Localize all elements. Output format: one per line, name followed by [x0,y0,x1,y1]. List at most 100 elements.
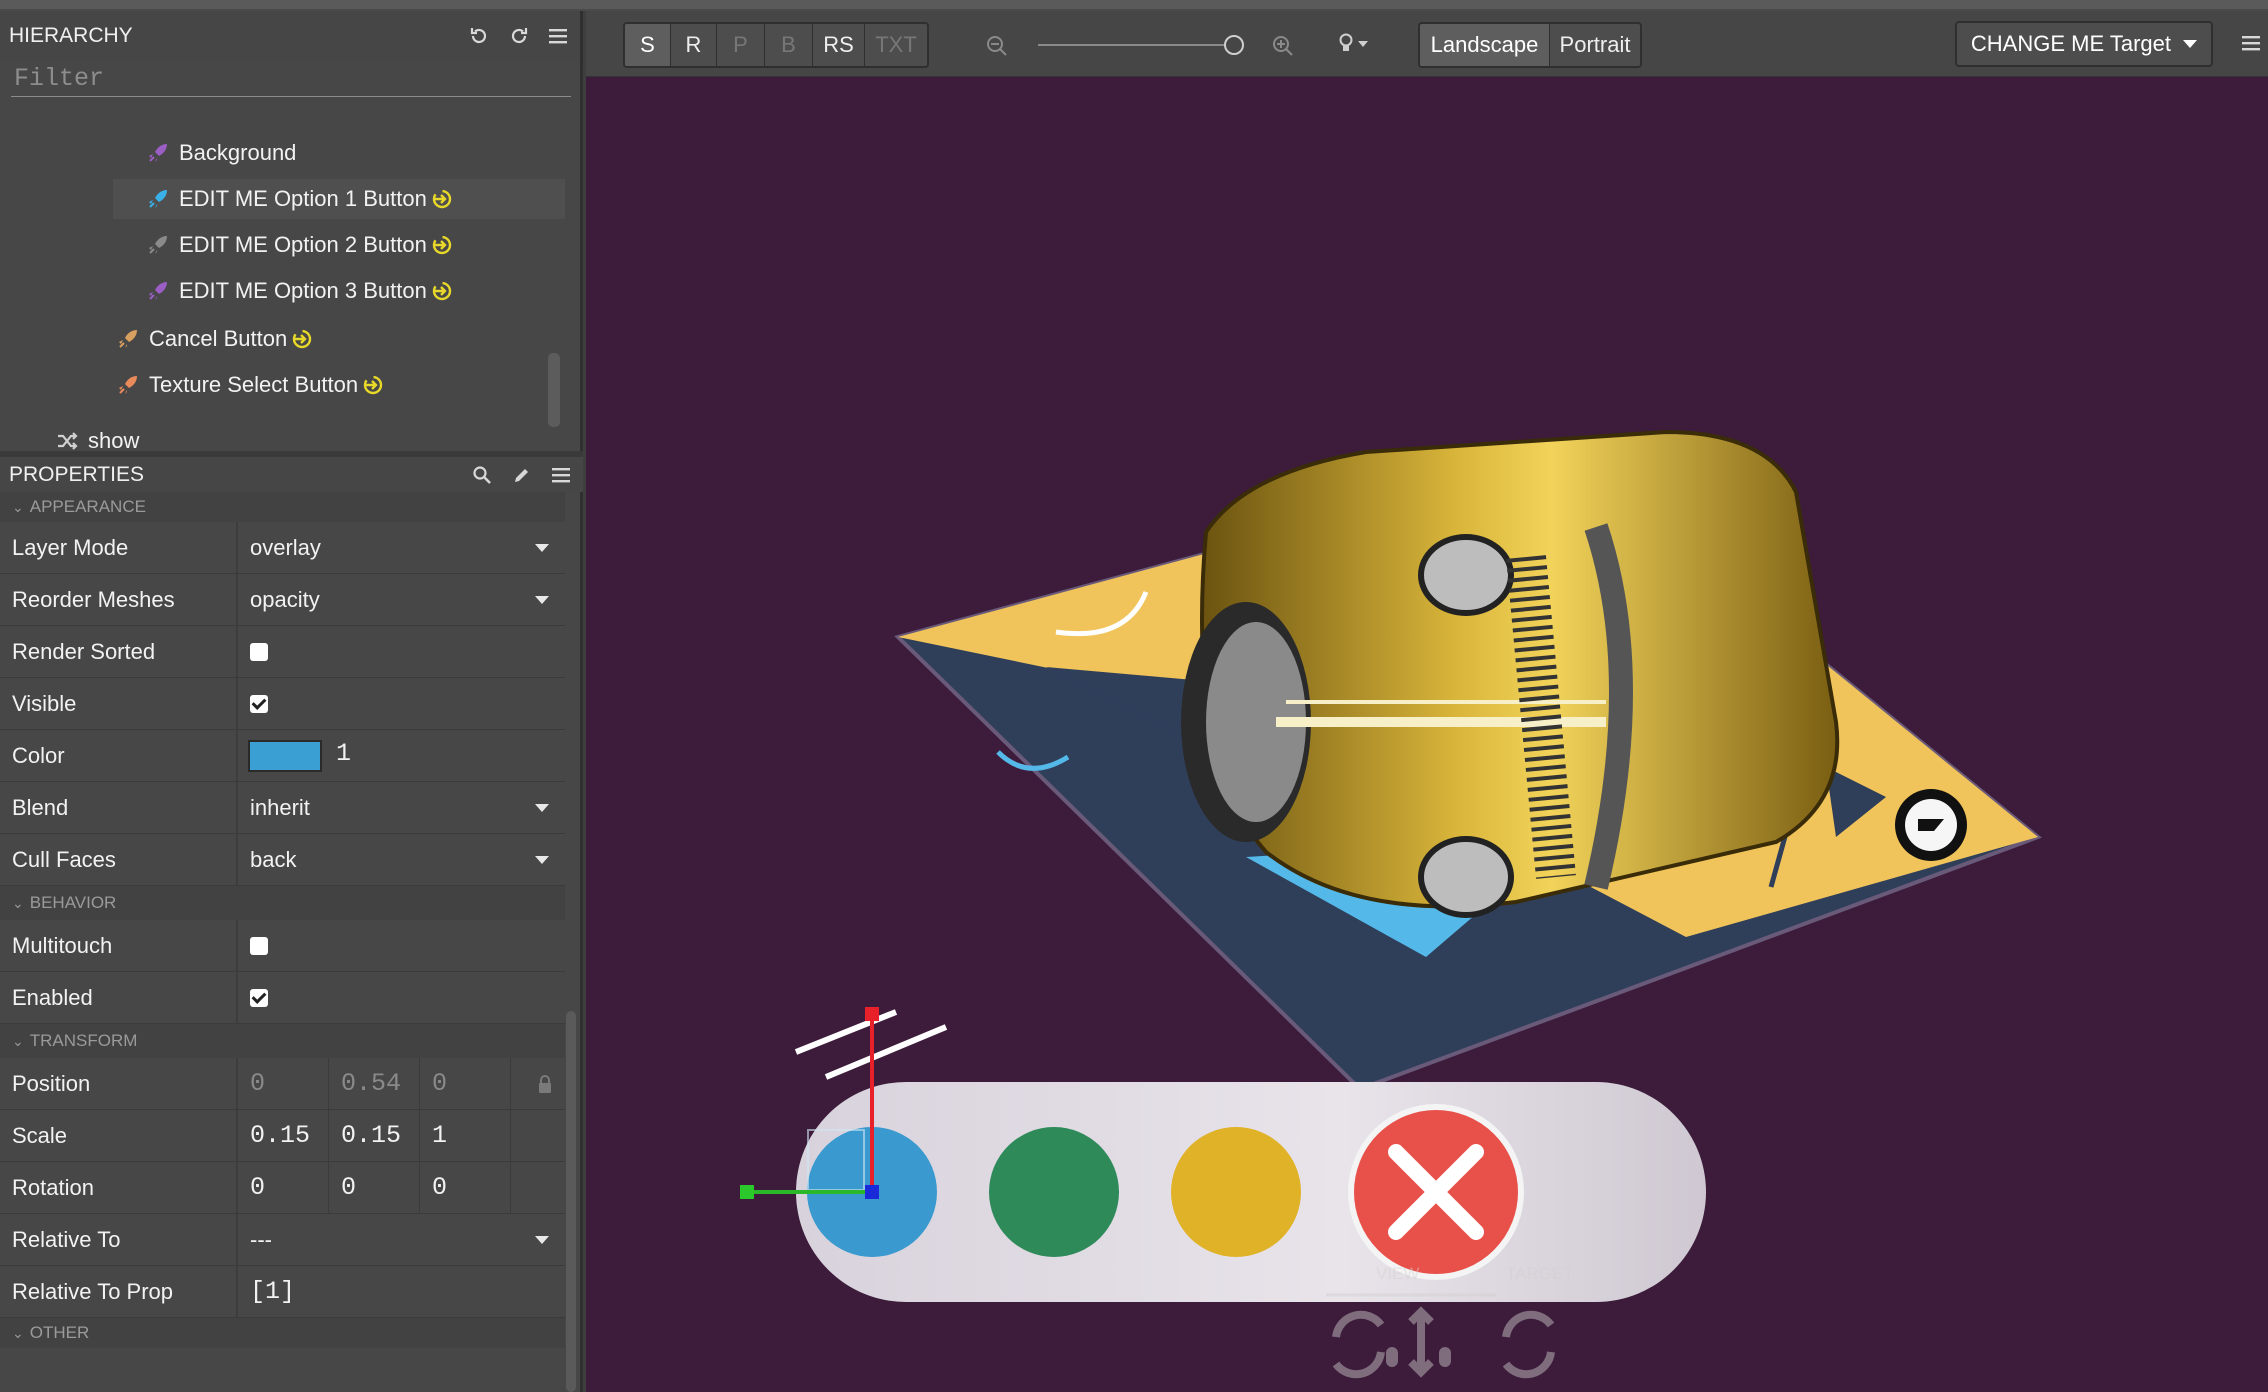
relative-to-select[interactable]: --- [238,1214,565,1265]
rocket-icon [149,282,167,300]
scale-z-field[interactable]: 1 [420,1110,511,1161]
select-value: --- [250,1226,272,1252]
mode-b-button[interactable]: B [765,24,813,66]
lightbulb-icon [1339,33,1353,51]
properties-scrollbar[interactable] [566,1011,576,1392]
cull-faces-select[interactable]: back [238,834,565,885]
hierarchy-title: HIERARCHY [9,24,133,47]
section-transform[interactable]: ⌄ TRANSFORM [0,1024,565,1058]
layer-mode-select[interactable]: overlay [238,522,565,573]
mode-rs-button[interactable]: RS [813,24,865,66]
hierarchy-filter-input[interactable] [11,61,571,97]
gizmo-center-handle[interactable] [865,1185,879,1199]
visible-checkbox[interactable] [250,694,268,713]
prop-relative-to: Relative To --- [0,1214,565,1266]
prop-relative-to-prop: Relative To Prop [1] [0,1266,565,1318]
blend-select[interactable]: inherit [238,782,565,833]
zoom-out-icon[interactable] [986,35,1008,57]
rocket-icon [119,330,137,348]
car-model[interactable] [1181,429,1840,918]
window-top-strip [0,0,2268,11]
tree-item-option-2[interactable]: EDIT ME Option 2 Button [147,225,453,265]
mode-s-button[interactable]: S [625,24,671,66]
target-overlay-label: TARGET [1506,1264,1574,1283]
prop-render-sorted: Render Sorted [0,626,565,678]
tree-item-cancel[interactable]: Cancel Button [117,319,313,359]
hierarchy-header: HIERARCHY [0,11,580,61]
caret-down-icon [2183,40,2197,48]
properties-menu-icon[interactable] [551,464,573,486]
multitouch-checkbox[interactable] [250,936,268,955]
redo-icon[interactable] [508,25,530,47]
pan-view-icon[interactable] [1408,1306,1451,1378]
properties-panel: PROPERTIES ⌄ APPEARANCE Layer Mode overla… [0,457,583,1348]
position-y-field[interactable]: 0.54 [329,1058,420,1109]
prop-label: Scale [0,1110,238,1161]
tree-item-background[interactable]: Background [147,133,296,173]
tree-item-texture-select[interactable]: Texture Select Button [117,365,384,405]
chevron-down-icon: ⌄ [12,894,24,911]
undo-icon[interactable] [468,25,490,47]
position-z-field[interactable]: 0 [420,1058,511,1109]
rotation-z-field[interactable]: 0 [420,1162,511,1213]
viewport-menu-icon[interactable] [2242,34,2262,52]
prop-color: Color 1 [0,730,565,782]
link-icon [432,189,452,209]
scene-canvas[interactable]: VIEW TARGET [586,77,2268,1392]
rotation-x-field[interactable]: 0 [238,1162,329,1213]
properties-title: PROPERTIES [9,462,144,486]
portrait-button[interactable]: Portrait [1550,24,1640,66]
gizmo-x-handle[interactable] [740,1185,754,1199]
zoom-in-icon[interactable] [1272,35,1294,57]
scale-x-field[interactable]: 0.15 [238,1110,329,1161]
dropdown-arrow-icon [535,596,549,604]
prop-blend: Blend inherit [0,782,565,834]
rotation-y-field[interactable]: 0 [329,1162,420,1213]
chevron-down-icon: ⌄ [12,1032,24,1049]
mode-p-button[interactable]: P [717,24,765,66]
hierarchy-scrollbar[interactable] [548,353,560,427]
option-3-button[interactable] [1171,1127,1301,1257]
option-2-button[interactable] [989,1127,1119,1257]
section-other[interactable]: ⌄ OTHER [0,1318,565,1348]
scale-y-field[interactable]: 0.15 [329,1110,420,1161]
prop-label: Cull Faces [0,834,238,885]
section-label: BEHAVIOR [29,893,117,912]
target-dropdown[interactable]: CHANGE ME Target [1954,21,2213,67]
select-value: opacity [250,586,320,612]
landscape-button[interactable]: Landscape [1420,24,1550,66]
tree-item-label: Background [179,140,297,165]
scene-viewport[interactable]: VIEW TARGET [586,77,2268,1392]
gizmo-y-handle[interactable] [865,1007,879,1021]
color-swatch[interactable] [248,739,322,772]
tree-item-label: EDIT ME Option 1 Button [179,186,427,211]
prop-label: Layer Mode [0,522,238,573]
color-alpha-field[interactable]: 1 [336,739,351,768]
zoom-slider[interactable] [1038,35,1244,55]
relative-to-prop-field[interactable]: [1] [250,1277,295,1306]
mode-r-button[interactable]: R [671,24,717,66]
search-icon[interactable] [471,464,493,486]
render-sorted-checkbox[interactable] [250,642,268,661]
hierarchy-menu-icon[interactable] [548,25,570,47]
orbit-view-icon[interactable] [1332,1310,1398,1379]
view-label: VIEW [1376,1264,1419,1283]
select-value: overlay [250,534,321,560]
prop-label: Position [0,1058,238,1109]
tree-item-option-3[interactable]: EDIT ME Option 3 Button [147,271,453,311]
reorder-meshes-select[interactable]: opacity [238,574,565,625]
enabled-checkbox[interactable] [250,988,268,1007]
link-icon [293,329,312,349]
tree-item-option-1[interactable]: EDIT ME Option 1 Button [113,179,565,219]
orbit-target-icon[interactable] [1502,1310,1555,1379]
pencil-icon[interactable] [511,464,533,486]
zoom-slider-thumb[interactable] [1224,35,1244,55]
mode-buttons: S R P B RS TXT [623,22,929,68]
section-behavior[interactable]: ⌄ BEHAVIOR [0,886,565,920]
mode-txt-button[interactable]: TXT [865,24,927,66]
light-dropdown[interactable] [1338,33,1368,55]
chevron-down-icon: ⌄ [12,1324,24,1341]
lock-icon[interactable] [537,1074,553,1094]
section-appearance[interactable]: ⌄ APPEARANCE [0,492,565,522]
position-x-field[interactable]: 0 [238,1058,329,1109]
